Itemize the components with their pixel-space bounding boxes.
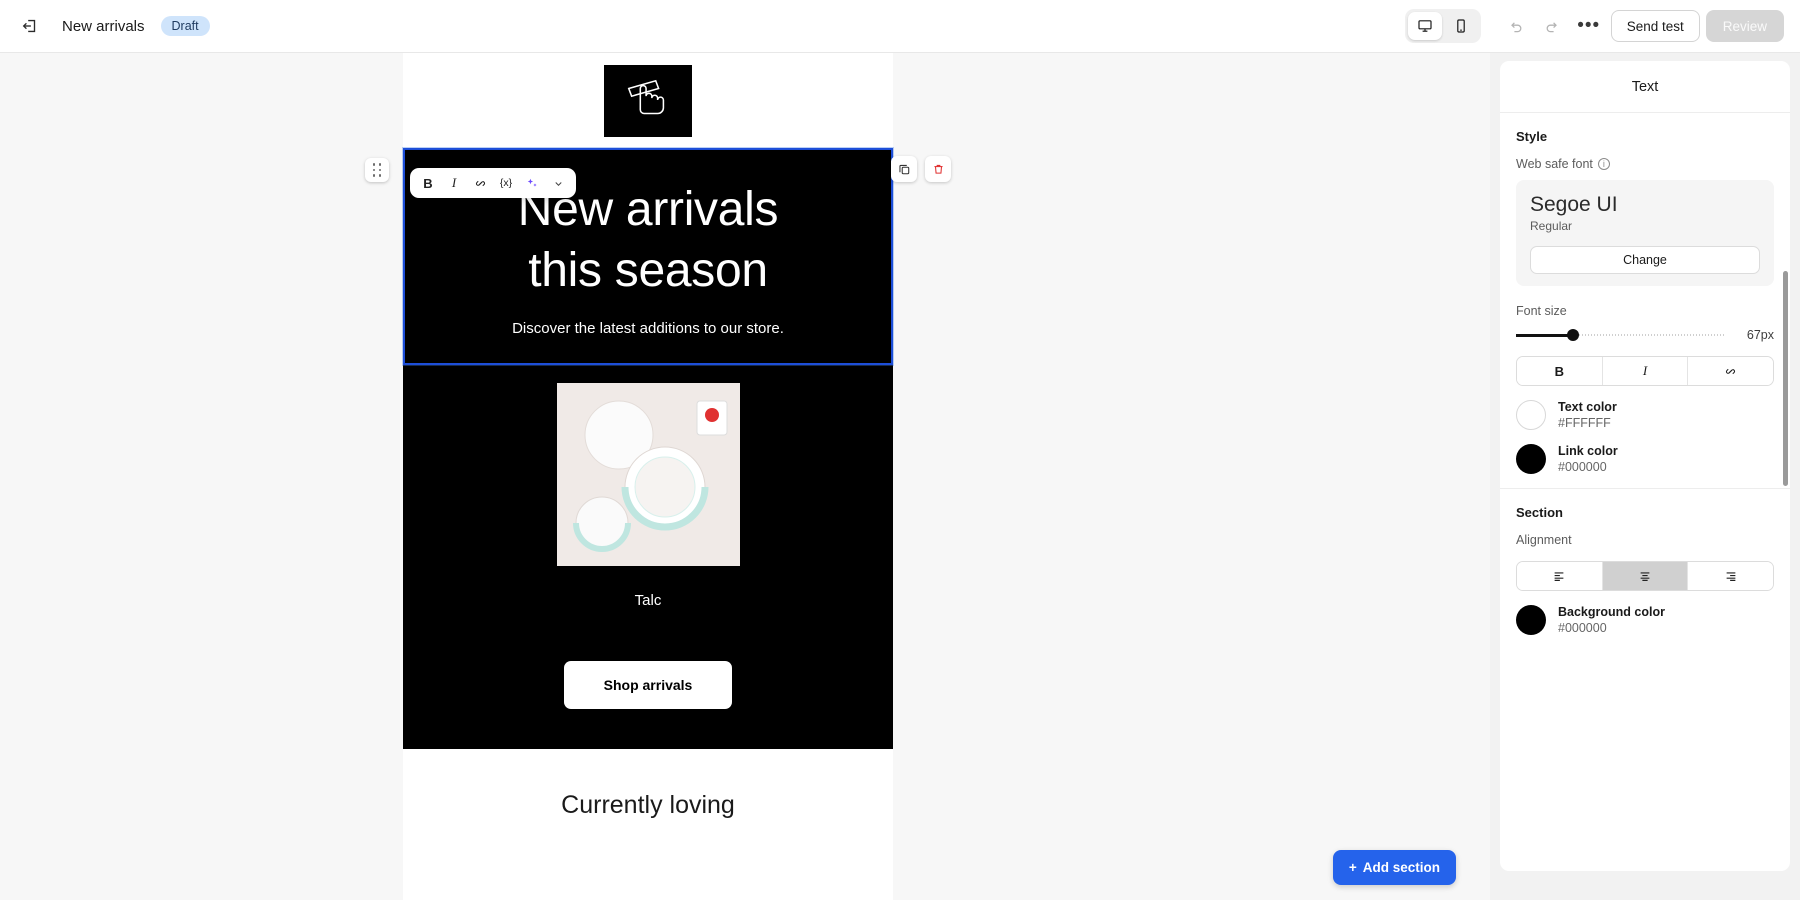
top-bar-left: New arrivals Draft [0,10,210,42]
send-test-button[interactable]: Send test [1610,10,1700,42]
text-color-swatch[interactable] [1516,400,1546,430]
product-caption: Talc [634,591,662,609]
email-logo-block[interactable] [403,53,893,148]
text-color-row[interactable]: Text color #FFFFFF [1516,400,1774,430]
chevron-down-icon[interactable] [547,172,569,194]
text-style-group: B I [1516,356,1774,386]
email-section-product[interactable]: Talc Shop arrivals [403,364,893,749]
drag-handle-icon[interactable] [365,158,389,182]
panel-italic-button[interactable]: I [1602,357,1689,385]
info-icon[interactable]: i [1597,158,1610,170]
web-safe-font-text: Web safe font [1516,157,1593,171]
font-size-value: 67px [1746,328,1774,342]
redo-icon[interactable] [1537,11,1567,41]
device-preview-toggle [1404,9,1481,43]
align-left-icon[interactable] [1517,562,1603,590]
mobile-icon[interactable] [1444,12,1478,40]
properties-panel: Text Style Web safe font i Segoe UI Regu… [1490,53,1800,900]
email-section-currently-loving[interactable]: Currently loving [403,748,893,850]
font-name: Segoe UI [1530,193,1618,216]
panel-scrollbar[interactable] [1783,271,1788,486]
link-color-row[interactable]: Link color #000000 [1516,444,1774,474]
link-color-swatch[interactable] [1516,444,1546,474]
background-color-hex: #000000 [1558,621,1607,635]
duplicate-icon[interactable] [891,156,917,182]
status-badge: Draft [160,16,210,36]
link-color-hex: #000000 [1558,460,1607,474]
hand-pointer-logo-icon [604,64,692,137]
alignment-label: Alignment [1516,533,1572,547]
italic-button[interactable]: I [443,172,465,194]
style-section-title: Style [1516,129,1548,144]
page-title: New arrivals [62,17,145,35]
slider-fill [1516,334,1573,337]
exit-icon[interactable] [14,10,46,42]
properties-card: Text Style Web safe font i Segoe UI Regu… [1500,61,1790,871]
top-bar: New arrivals Draft ••• Send test Review [0,0,1800,53]
slider-thumb[interactable] [1566,329,1579,341]
section-heading: Currently loving [561,790,735,819]
link-color-info: Link color #000000 [1558,444,1618,474]
align-right-icon[interactable] [1688,562,1773,590]
add-section-label: Add section [1362,860,1440,875]
font-size-label: Font size [1516,304,1567,318]
section-actions [891,156,951,182]
panel-link-icon[interactable] [1688,357,1773,385]
undo-icon[interactable] [1501,11,1531,41]
merge-tag-button[interactable]: {x} [495,172,517,194]
align-center-icon[interactable] [1602,562,1689,590]
product-image [556,382,740,566]
web-safe-font-label: Web safe font i [1516,157,1774,171]
section-settings: Section Alignment Background color #0000… [1500,488,1790,649]
background-color-info: Background color #000000 [1558,605,1665,635]
background-color-swatch[interactable] [1516,605,1546,635]
alignment-group [1516,561,1774,591]
background-color-label: Background color [1558,605,1665,619]
more-options-button[interactable]: ••• [1573,10,1605,42]
background-color-row[interactable]: Background color #000000 [1516,605,1774,635]
change-font-button[interactable]: Change [1530,246,1760,274]
font-card: Segoe UI Regular Change [1516,180,1774,286]
font-size-slider[interactable] [1516,328,1726,342]
hero-heading: New arrivals this season [405,180,891,302]
text-color-hex: #FFFFFF [1558,416,1611,430]
top-bar-right: ••• Send test Review [1404,9,1800,43]
font-weight: Regular [1530,219,1573,233]
desktop-icon[interactable] [1407,12,1442,40]
editor-canvas: New arrivals this season Discover the la… [0,53,1490,900]
text-color-info: Text color #FFFFFF [1558,400,1617,430]
review-button[interactable]: Review [1705,10,1784,42]
panel-bold-button[interactable]: B [1517,357,1603,385]
panel-title: Text [1500,61,1790,113]
cta-button[interactable]: Shop arrivals [563,660,733,709]
link-color-label: Link color [1558,444,1618,458]
add-section-button[interactable]: + Add section [1332,850,1456,885]
delete-icon[interactable] [925,156,951,182]
text-color-label: Text color [1558,400,1617,414]
link-icon[interactable] [469,172,491,194]
hero-heading-line2: this season [528,243,768,297]
font-size-row: 67px [1516,328,1774,342]
style-section: Style Web safe font i Segoe UI Regular C… [1500,113,1790,488]
ai-sparkle-icon[interactable] [521,172,543,194]
plus-icon: + [1348,860,1357,875]
section-title: Section [1516,505,1563,520]
bold-button[interactable]: B [417,172,439,194]
hero-subheading: Discover the latest additions to our sto… [512,319,784,337]
text-format-toolbar: B I {x} [410,168,576,198]
